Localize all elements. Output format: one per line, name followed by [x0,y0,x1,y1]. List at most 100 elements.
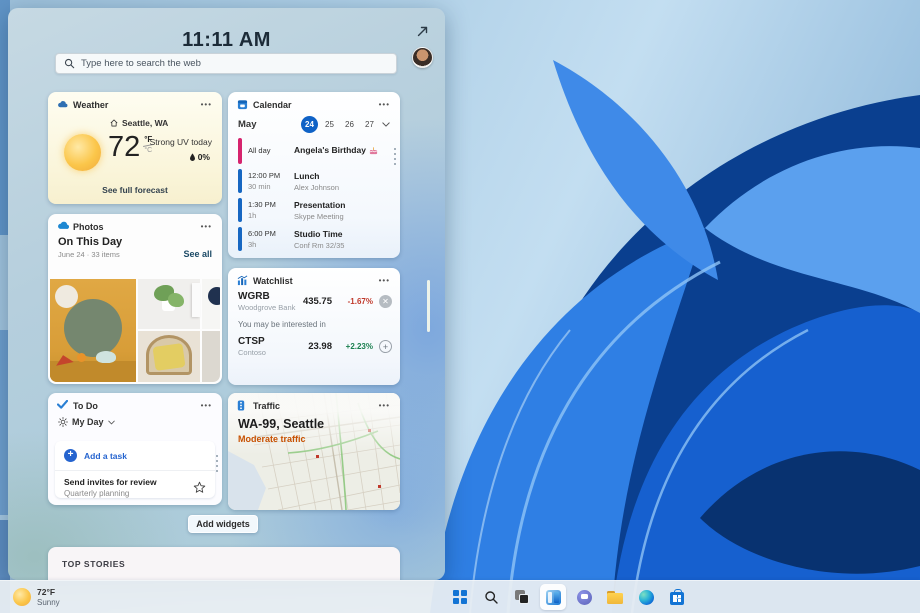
calendar-date-26[interactable]: 26 [341,116,358,133]
watchlist-suggestion-label: You may be interested in [228,312,400,331]
file-explorer-button[interactable] [602,584,628,610]
stock-price: 435.75 [303,296,332,307]
user-avatar[interactable] [412,47,433,68]
top-stories-card: TOP STORIES [48,547,400,580]
todo-list-selector[interactable]: My Day [48,411,222,427]
traffic-status: Moderate traffic [238,434,324,444]
droplet-icon [189,153,196,162]
dismiss-stock-icon[interactable]: ✕ [379,295,392,308]
start-button[interactable] [447,584,473,610]
calendar-event[interactable]: 12:00 PM 30 min Lunch Alex Johnson [238,169,392,193]
calendar-event[interactable]: 6:00 PM 3h Studio Time Conf Rm 32/35 [238,227,392,251]
weather-more-options-icon[interactable]: ••• [199,100,214,110]
expand-icon [416,25,429,38]
add-task-plus-icon: + [64,449,77,462]
watchlist-more-options-icon[interactable]: ••• [377,276,392,286]
stock-row[interactable]: WGRB Woodgrove Bank 435.75 -1.67% ✕ [228,286,400,312]
add-stock-icon[interactable]: + [379,340,392,353]
windows-start-icon [453,590,467,604]
store-button[interactable] [664,584,690,610]
stock-symbol: CTSP [238,336,266,347]
stock-name: Woodgrove Bank [238,303,295,312]
calendar-date-27[interactable]: 27 [361,116,378,133]
calendar-date-25[interactable]: 25 [321,116,338,133]
event-subtitle: Alex Johnson [294,183,339,192]
calendar-date-24[interactable]: 24 [301,116,318,133]
scroll-dots[interactable] [394,148,396,165]
calendar-widget-icon [237,99,248,110]
weather-widget-icon [57,99,68,110]
todo-list-name: My Day [72,417,104,427]
todo-widget: To Do ••• My Day + Add a task Send invit… [48,393,222,505]
traffic-more-options-icon[interactable]: ••• [377,401,392,411]
calendar-more-options-icon[interactable]: ••• [377,100,392,110]
watchlist-widget: Watchlist ••• WGRB Woodgrove Bank 435.75… [228,268,400,385]
event-time: All day [248,146,288,155]
event-subtitle: Skype Meeting [294,212,346,221]
chat-button[interactable] [571,584,597,610]
task-view-button[interactable] [509,584,535,610]
stock-name: Contoso [238,348,266,357]
taskbar-condition: Sunny [37,598,60,607]
todo-more-options-icon[interactable]: ••• [199,401,214,411]
chevron-down-icon [108,420,115,425]
watchlist-title: Watchlist [253,276,293,286]
traffic-widget-icon [237,400,248,411]
add-widgets-button[interactable]: Add widgets [188,515,258,533]
edge-button[interactable] [633,584,659,610]
event-duration: 1h [248,211,288,220]
photos-subheading: June 24 · 33 items [58,250,122,259]
event-color-bar [238,227,242,251]
birthday-cake-icon [369,146,378,155]
widgets-icon [546,590,561,605]
chat-icon [577,590,592,605]
stock-price: 23.98 [308,341,332,352]
event-time: 6:00 PM [248,229,288,238]
traffic-widget: Traffic ••• WA-99, Seattle Moderate traf… [228,393,400,510]
widgets-button[interactable] [540,584,566,610]
photos-more-options-icon[interactable]: ••• [199,222,214,232]
photo-thumbnail[interactable] [202,331,220,382]
calendar-widget: Calendar ••• May 24 25 26 27 All day [228,92,400,258]
photos-see-all-link[interactable]: See all [183,249,212,259]
temperature-value: 72 [108,132,140,162]
event-title: Studio Time [294,229,344,239]
web-search-bar[interactable] [55,53,397,74]
see-full-forecast-link[interactable]: See full forecast [48,185,222,195]
stock-change: -1.67% [339,297,373,306]
photo-thumbnail[interactable] [202,279,220,329]
traffic-headline: WA-99, Seattle [238,417,324,431]
photos-collage [50,279,220,382]
sunny-icon [13,588,31,606]
stock-symbol: WGRB [238,291,295,302]
traffic-title: Traffic [253,401,280,411]
taskbar-weather-flyout[interactable]: 72°F Sunny [9,585,64,609]
add-task-label: Add a task [84,451,127,461]
weather-title: Weather [73,100,108,110]
expand-panel-button[interactable] [412,21,432,41]
calendar-event[interactable]: All day Angela's Birthday [238,138,392,164]
home-icon [110,119,118,127]
event-duration: 30 min [248,182,288,191]
taskbar-temperature: 72°F [37,587,60,597]
add-task-button[interactable]: + Add a task [55,441,215,471]
search-icon [64,58,75,69]
task-title: Send invites for review [64,477,157,487]
sunny-icon [64,134,101,171]
event-title: Angela's Birthday [294,145,366,155]
star-task-icon[interactable] [193,481,206,494]
photo-thumbnail[interactable] [50,279,136,382]
photo-thumbnail[interactable] [138,279,200,329]
search-icon [484,590,499,605]
calendar-expand-chevron[interactable] [382,122,390,127]
task-row[interactable]: Send invites for review Quarterly planni… [55,471,215,504]
taskbar-search-button[interactable] [478,584,504,610]
top-stories-label: TOP STORIES [48,547,400,569]
stock-row[interactable]: CTSP Contoso 23.98 +2.23% + [228,331,400,357]
microsoft-store-icon [670,592,684,605]
panel-scrollbar[interactable] [427,280,430,332]
calendar-event[interactable]: 1:30 PM 1h Presentation Skype Meeting [238,198,392,222]
search-input[interactable] [81,58,388,69]
scroll-dots[interactable] [216,455,218,472]
photo-thumbnail[interactable] [138,331,200,382]
